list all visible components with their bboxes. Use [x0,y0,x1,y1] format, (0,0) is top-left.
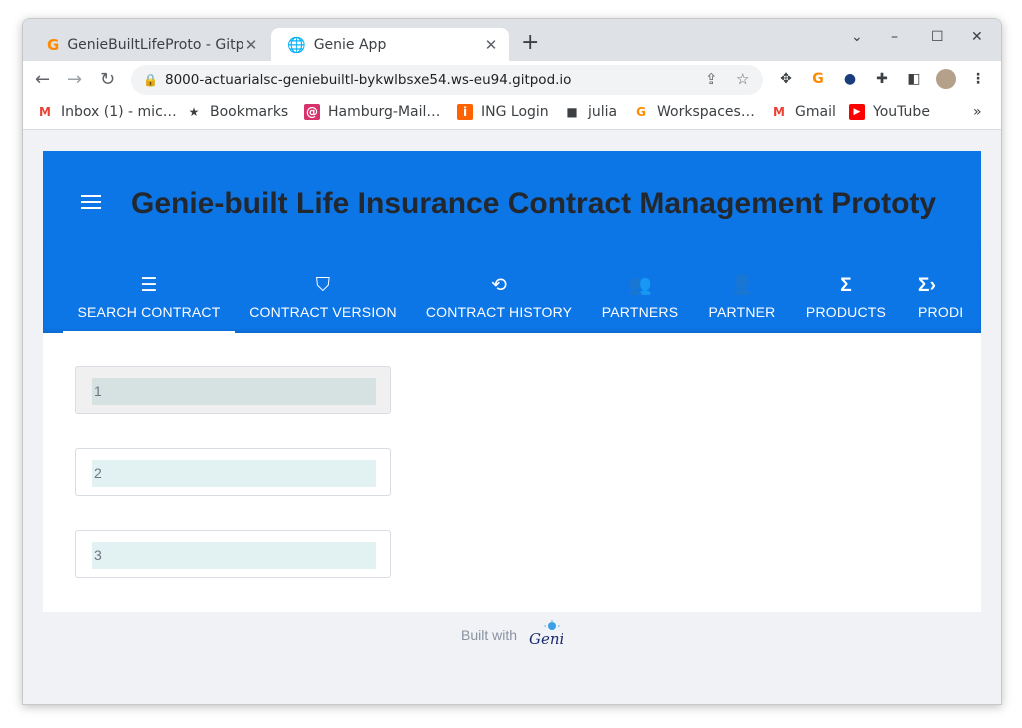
bookmark-gmail[interactable]: M Gmail [771,104,836,120]
ing-icon: i [457,104,473,120]
extension-move-icon[interactable]: ✥ [777,70,795,88]
globe-icon: 🌐 [287,35,306,54]
tab-label: SEARCH CONTRACT [77,304,221,320]
browser-toolbar: ← → ↻ 🔒 8000-actuarialsc-geniebuiltl-byk… [23,61,1001,99]
tab-label: PRODI [918,304,964,320]
bookmarks-bar: M Inbox (1) - mic… ★ Bookmarks @ Hamburg… [23,99,1001,130]
address-bar[interactable]: 🔒 8000-actuarialsc-geniebuiltl-bykwlbsxe… [131,65,763,95]
bookmark-label: julia [588,104,618,120]
close-tab-icon[interactable]: ✕ [243,36,259,54]
tab-partners[interactable]: 👥 PARTNERS [587,241,693,333]
sigma-icon: Σ [840,275,852,296]
sigma-arrow-icon: Σ› [918,275,937,296]
browser-tab-genie-app[interactable]: 🌐 Genie App ✕ [271,28,509,61]
history-icon: ⟲ [490,275,508,296]
youtube-icon: ▶ [849,104,865,120]
app-tab-bar: ☰ SEARCH CONTRACT ⛉ CONTRACT VERSION ⟲ C… [43,241,981,333]
contract-field[interactable]: 3 [92,542,376,569]
tab-search-chevron-icon[interactable]: ⌄ [851,29,863,45]
reload-icon[interactable]: ↻ [100,69,115,90]
contract-card[interactable]: 1 [75,366,391,414]
gitpod-icon: G [47,35,60,54]
folder-icon: ■ [566,105,578,119]
share-icon[interactable]: ⇪ [705,70,718,88]
page-viewport: Genie-built Life Insurance Contract Mana… [23,130,1001,704]
browser-tab-gitpod[interactable]: G GenieBuiltLifeProto - Gitp ✕ [31,28,269,61]
list-icon: ☰ [140,275,158,296]
bookmark-ing-login[interactable]: i ING Login [457,104,549,120]
tab-contract-version[interactable]: ⛉ CONTRACT VERSION [235,241,411,333]
people-icon: 👥 [628,275,652,296]
svg-text:Genie: Genie [529,630,563,648]
person-icon: 👤 [730,275,754,296]
genie-logo[interactable]: Genie [527,620,573,653]
browser-tab-title: GenieBuiltLifeProto - Gitp [67,36,243,53]
bookmark-bookmarks[interactable]: ★ Bookmarks [186,104,289,120]
star-icon: ★ [188,105,200,119]
forward-arrow-icon[interactable]: → [67,69,82,90]
browser-tab-strip: G GenieBuiltLifeProto - Gitp ✕ 🌐 Genie A… [23,19,1001,61]
tab-label: PARTNER [708,304,776,320]
maximize-button[interactable]: ☐ [931,29,944,45]
hamburger-menu-icon[interactable] [81,195,101,213]
bookmark-youtube[interactable]: ▶ YouTube [849,104,930,120]
close-tab-icon[interactable]: ✕ [483,36,499,54]
profile-avatar[interactable] [936,69,956,89]
bookmark-label: Inbox (1) - mic… [61,104,177,120]
tab-label: PARTNERS [601,304,679,320]
bookmark-label: Hamburg-Mail… [328,104,441,120]
verified-shield-icon: ⛉ [315,275,331,296]
minimize-button[interactable]: – [891,29,898,45]
browser-window: G GenieBuiltLifeProto - Gitp ✕ 🌐 Genie A… [22,18,1002,705]
puzzle-extensions-icon[interactable]: ✚ [873,70,891,88]
tab-label: CONTRACT HISTORY [425,304,573,320]
address-url[interactable]: 8000-actuarialsc-geniebuiltl-bykwlbsxe54… [165,72,571,88]
at-icon: @ [304,104,320,120]
bookmark-label: Gmail [795,104,836,120]
bookmark-label: Bookmarks [210,104,289,120]
footer: Built with Genie [23,620,1001,653]
bookmark-inbox[interactable]: M Inbox (1) - mic… [37,104,177,120]
search-contract-content: 1 2 3 [43,333,981,612]
bookmark-workspaces[interactable]: G Workspaces… [633,104,755,120]
contract-card[interactable]: 2 [75,448,391,496]
tab-label: CONTRACT VERSION [249,304,397,320]
lock-icon: 🔒 [143,73,158,87]
bookmark-label: ING Login [481,104,549,120]
tab-label: PRODUCTS [805,304,887,320]
tab-partner[interactable]: 👤 PARTNER [693,241,791,333]
app-header: Genie-built Life Insurance Contract Mana… [43,151,981,241]
new-tab-button[interactable]: + [521,32,539,54]
bookmark-label: YouTube [873,104,930,120]
page-title: Genie-built Life Insurance Contract Mana… [131,187,937,220]
bookmark-hamburg-mail[interactable]: @ Hamburg-Mail… [304,104,440,120]
bookmark-label: Workspaces… [657,104,755,120]
contract-field[interactable]: 2 [92,460,376,487]
contract-card[interactable]: 3 [75,530,391,578]
bookmark-julia[interactable]: ■ julia [564,104,617,120]
menu-dots-icon[interactable]: ⋮ [969,70,987,88]
gmail-icon: M [773,105,785,119]
contract-field[interactable]: 1 [92,378,376,405]
tab-products-overflow[interactable]: Σ› PRODI [901,241,981,333]
tab-contract-history[interactable]: ⟲ CONTRACT HISTORY [411,241,587,333]
tab-products[interactable]: Σ PRODUCTS [791,241,901,333]
close-window-button[interactable]: ✕ [971,29,983,45]
gitpod-extension-icon[interactable]: G [809,70,827,88]
extension-circle-icon[interactable]: ● [841,70,859,88]
side-panel-icon[interactable]: ◧ [905,70,923,88]
bookmark-star-icon[interactable]: ☆ [736,70,749,88]
bookmarks-overflow-button[interactable]: » [973,104,982,120]
tab-search-contract[interactable]: ☰ SEARCH CONTRACT [63,241,235,333]
gmail-icon: M [39,105,51,119]
back-arrow-icon[interactable]: ← [35,69,50,90]
browser-tab-title: Genie App [313,36,387,53]
gitpod-icon: G [636,105,646,119]
built-with-text: Built with [461,627,518,644]
